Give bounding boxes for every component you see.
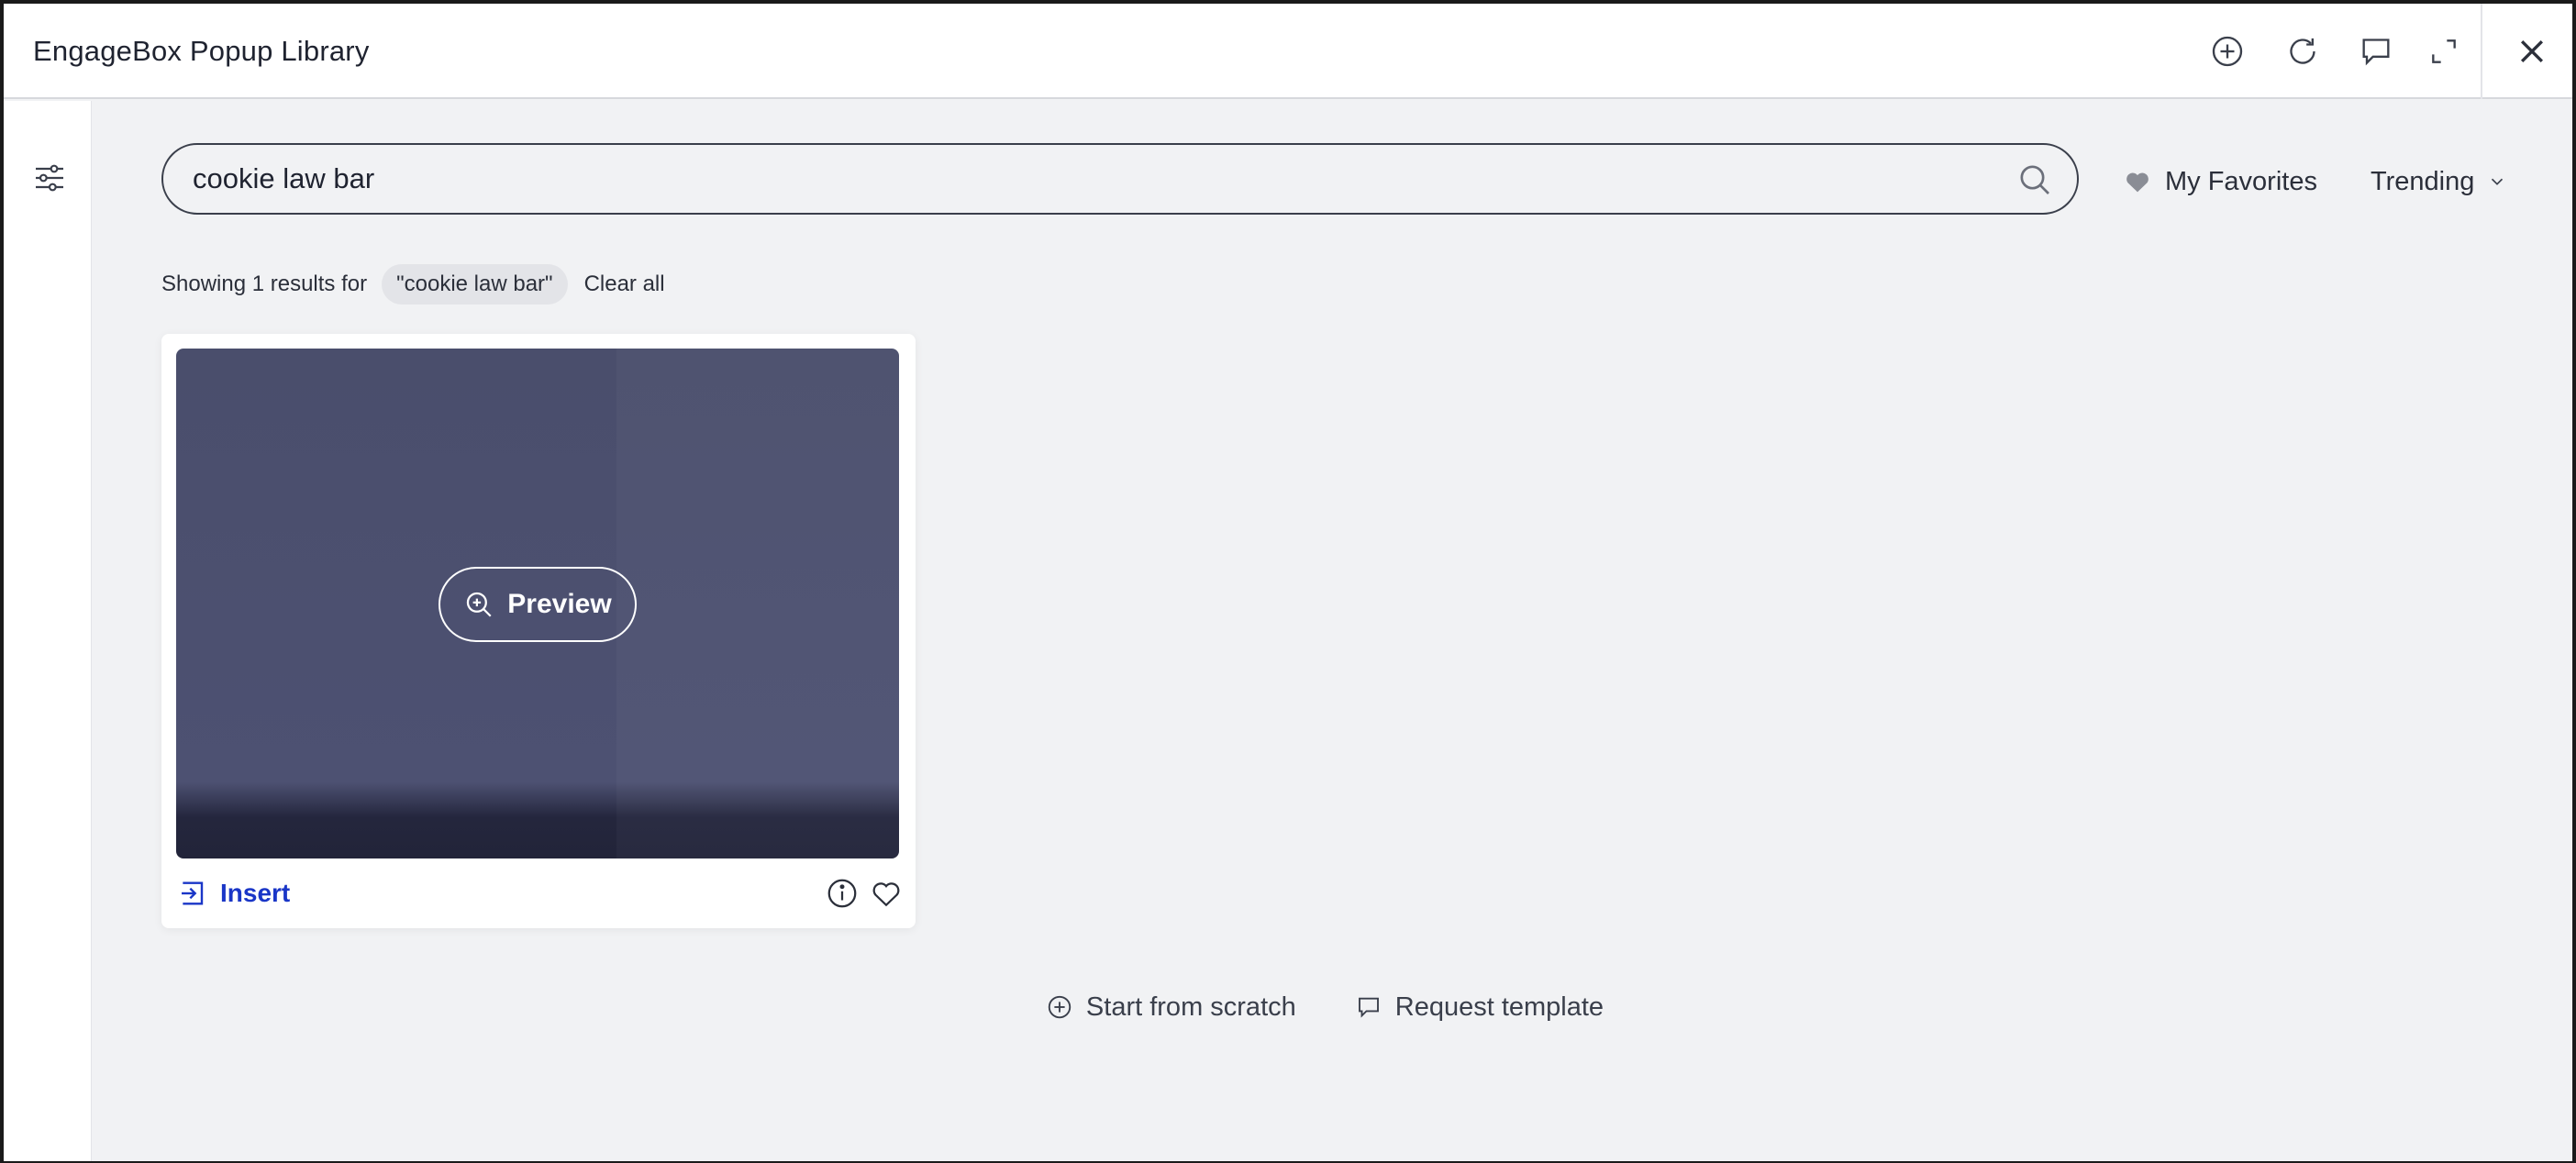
template-card: Preview Insert [161,334,916,928]
preview-label: Preview [507,589,612,619]
expand-icon[interactable] [2424,31,2464,72]
comment-icon [1358,997,1379,1018]
heart-filled-icon [2126,172,2149,193]
refresh-icon[interactable] [2282,31,2323,72]
close-icon[interactable] [2512,31,2552,72]
results-text: Showing 1 results for [161,271,368,296]
chevron-down-icon [2492,178,2504,185]
footer-actions: Start from scratch Request template [4,987,2572,1027]
heart-icon[interactable] [870,877,903,910]
start-from-scratch-button[interactable]: Start from scratch [1046,987,1296,1027]
template-thumbnail[interactable]: Preview [176,349,899,858]
window-title: EngageBox Popup Library [33,35,370,67]
plus-circle-icon [1048,995,1071,1019]
start-from-scratch-label: Start from scratch [1085,991,1296,1022]
titlebar-divider [2481,4,2482,99]
filter-sliders-icon[interactable] [31,160,68,196]
my-favorites-label: My Favorites [2165,166,2317,196]
insert-label: Insert [220,879,291,907]
request-template-label: Request template [1394,991,1604,1022]
comment-icon[interactable] [2356,31,2396,72]
search-bar [161,143,2079,215]
insert-icon [182,881,204,905]
library-window: EngageBox Popup Library cookie law bar M… [4,4,2572,1161]
search-icon[interactable] [2016,161,2053,198]
query-chip[interactable]: "cookie law bar" [382,264,568,305]
my-favorites-button[interactable]: My Favorites [2123,163,2317,200]
zoom-in-icon [467,592,492,617]
sort-dropdown[interactable]: Trending [2371,163,2507,200]
plus-circle-icon[interactable] [2207,31,2248,72]
clear-all-link[interactable]: Clear all [584,271,665,297]
insert-button[interactable]: Insert [178,875,290,912]
request-template-button[interactable]: Request template [1355,987,1604,1027]
search-input[interactable] [193,145,1991,213]
thumbnail-overlay [616,349,899,858]
results-summary: Showing 1 results for "cookie law bar" C… [161,264,665,305]
preview-button[interactable]: Preview [439,567,637,642]
sort-label: Trending [2371,166,2475,196]
info-icon[interactable] [826,877,859,910]
title-bar: EngageBox Popup Library [4,4,2572,99]
